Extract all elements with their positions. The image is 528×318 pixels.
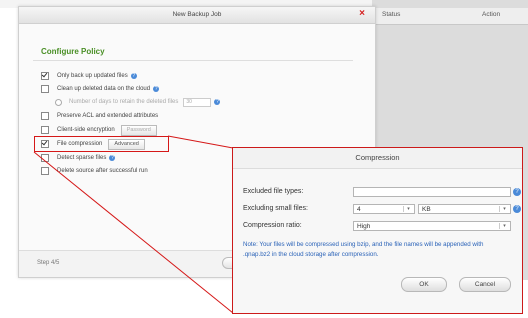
- excluded-types-input[interactable]: [353, 187, 511, 197]
- small-files-unit-select[interactable]: KB ▾: [418, 204, 511, 214]
- compression-title: Compression: [233, 148, 522, 169]
- compression-note: Note: Your files will be compressed usin…: [243, 241, 484, 258]
- callout-line-top: [167, 135, 234, 149]
- cancel-button[interactable]: Cancel: [459, 277, 511, 292]
- compression-ratio-select[interactable]: High ▾: [353, 221, 511, 231]
- excluded-types-label: Excluded file types:: [243, 188, 304, 195]
- help-icon[interactable]: ?: [513, 188, 521, 196]
- ok-button[interactable]: OK: [401, 277, 447, 292]
- small-files-unit-value: KB: [422, 206, 431, 213]
- small-files-size-value: 4: [357, 206, 361, 213]
- help-icon[interactable]: ?: [513, 205, 521, 213]
- chevron-down-icon: ▾: [499, 206, 509, 212]
- chevron-down-icon: ▾: [403, 206, 413, 212]
- callout-line-bottom: [33, 151, 234, 314]
- compression-ratio-value: High: [357, 223, 371, 230]
- small-files-label: Excluding small files:: [243, 205, 308, 212]
- chevron-down-icon: ▾: [499, 223, 509, 229]
- compression-ratio-label: Compression ratio:: [243, 222, 302, 229]
- small-files-size-select[interactable]: 4 ▾: [353, 204, 415, 214]
- compression-dialog: Compression Excluded file types: ? Exclu…: [232, 147, 523, 314]
